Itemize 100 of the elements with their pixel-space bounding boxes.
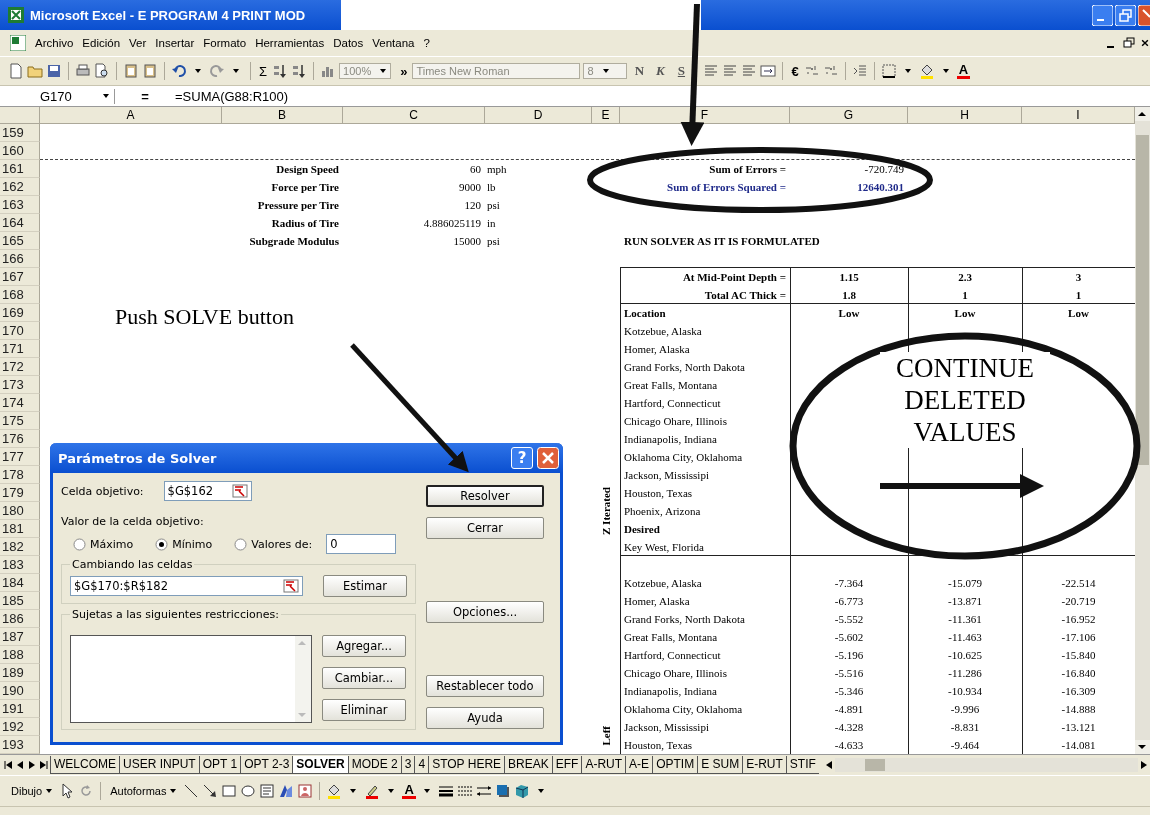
row-header[interactable]: 175 xyxy=(0,412,40,430)
formula-field[interactable]: =SUMA(G88:R100) xyxy=(175,88,289,104)
format-button[interactable]: S xyxy=(672,63,691,79)
row-header[interactable]: 172 xyxy=(0,358,40,376)
row-header[interactable]: 163 xyxy=(0,196,40,214)
dialog-button[interactable]: Cerrar xyxy=(426,517,544,539)
constraint-button[interactable]: Eliminar xyxy=(322,699,406,721)
row-header[interactable]: 168 xyxy=(0,286,40,304)
radio-button[interactable] xyxy=(234,537,248,551)
sort-descending-icon[interactable] xyxy=(291,63,308,79)
caret-icon[interactable] xyxy=(102,92,110,100)
row-header[interactable]: 167 xyxy=(0,268,40,286)
target-cell-field[interactable]: $G$162 xyxy=(163,481,252,501)
sheet-tab[interactable]: OPT 1 xyxy=(198,756,241,774)
row-header[interactable]: 190 xyxy=(0,682,40,700)
clipboard-icon[interactable] xyxy=(123,63,139,79)
changing-cells-field[interactable]: $G$170:$R$182 xyxy=(70,576,303,596)
scrollbar-thumb[interactable] xyxy=(1136,135,1149,465)
row-header[interactable]: 174 xyxy=(0,394,40,412)
minimize-button[interactable] xyxy=(1092,4,1113,26)
clipboard-icon[interactable] xyxy=(142,63,158,79)
scrollbar-thumb[interactable] xyxy=(864,759,885,771)
workbook-icon[interactable] xyxy=(10,35,26,51)
sheet-tab[interactable]: USER INPUT xyxy=(119,756,199,774)
row-header[interactable]: 173 xyxy=(0,376,40,394)
close-button[interactable] xyxy=(1138,4,1150,26)
caret-icon[interactable] xyxy=(379,67,388,75)
name-box[interactable]: G170 xyxy=(0,88,115,104)
constraint-button[interactable]: Cambiar... xyxy=(322,667,406,689)
row-header[interactable]: 181 xyxy=(0,520,40,538)
column-header[interactable]: F xyxy=(620,107,790,124)
sheet-tab[interactable]: WELCOME xyxy=(50,756,119,774)
font-color-button[interactable]: A xyxy=(402,783,416,799)
last-sheet-icon[interactable] xyxy=(38,758,50,772)
menu-item[interactable]: Formato xyxy=(203,37,247,49)
row-header[interactable]: 166 xyxy=(0,250,40,268)
column-header[interactable]: H xyxy=(908,107,1022,124)
value-field[interactable]: 0 xyxy=(326,534,397,554)
row-header[interactable]: 177 xyxy=(0,448,40,466)
dialog-button[interactable]: Resolver xyxy=(426,485,544,507)
shadow-icon[interactable] xyxy=(494,783,511,799)
more-button[interactable]: » xyxy=(398,63,410,79)
sheet-tab[interactable]: E-RUT xyxy=(742,756,786,774)
guess-button[interactable]: Estimar xyxy=(323,575,407,597)
menu-item[interactable]: Datos xyxy=(333,37,364,49)
row-header[interactable]: 191 xyxy=(0,700,40,718)
row-header[interactable]: 186 xyxy=(0,610,40,628)
row-header[interactable]: 183 xyxy=(0,556,40,574)
menu-item[interactable]: Herramientas xyxy=(255,37,325,49)
radio-option[interactable]: Valores de: xyxy=(234,537,313,551)
dialog-button[interactable]: Restablecer todo xyxy=(426,675,544,697)
sheet-tab[interactable]: E SUM xyxy=(697,756,743,774)
sort-ascending-icon[interactable] xyxy=(272,63,289,79)
save-icon[interactable] xyxy=(46,63,62,79)
caret-icon[interactable] xyxy=(601,67,610,75)
dash-style-icon[interactable] xyxy=(456,783,473,799)
row-header[interactable]: 178 xyxy=(0,466,40,484)
row-header[interactable]: 189 xyxy=(0,664,40,682)
fill-color-icon[interactable] xyxy=(918,63,935,79)
menu-item[interactable]: Archivo xyxy=(35,37,74,49)
sheet-tab[interactable]: SOLVER xyxy=(292,756,348,774)
text-box-icon[interactable] xyxy=(259,783,276,799)
dialog-button[interactable]: Ayuda xyxy=(426,707,544,729)
row-header[interactable]: 184 xyxy=(0,574,40,592)
sheet-tab[interactable]: A-RUT xyxy=(581,756,626,774)
sheet-tab[interactable]: OPTIM xyxy=(652,756,698,774)
merge-cells-icon[interactable] xyxy=(760,63,777,79)
sheet-tab[interactable]: 3 xyxy=(400,756,415,774)
folder-icon[interactable] xyxy=(27,63,43,79)
caret-icon[interactable] xyxy=(45,787,54,795)
wordart-icon[interactable] xyxy=(278,783,295,799)
row-header[interactable]: 160 xyxy=(0,142,40,160)
menu-item[interactable]: Insertar xyxy=(155,37,195,49)
cell-reference-icon[interactable] xyxy=(231,484,248,498)
menu-item[interactable]: Edición xyxy=(82,37,121,49)
print-preview-icon[interactable] xyxy=(94,63,110,79)
undo-icon[interactable] xyxy=(171,63,187,79)
sheet-tab[interactable]: STIF xyxy=(785,756,819,774)
radio-button[interactable] xyxy=(155,537,169,551)
picture-icon[interactable] xyxy=(297,783,314,799)
arrow-style-icon[interactable] xyxy=(475,783,492,799)
autosum-button[interactable]: Σ xyxy=(257,63,270,79)
radio-button[interactable] xyxy=(73,537,86,551)
row-header[interactable]: 170 xyxy=(0,322,40,340)
line-color-icon[interactable] xyxy=(364,783,381,799)
row-header[interactable]: 179 xyxy=(0,484,40,502)
sheet-tab[interactable]: 4 xyxy=(414,756,429,774)
constraint-button[interactable]: Agregar... xyxy=(322,635,406,657)
row-header[interactable]: 164 xyxy=(0,214,40,232)
menu-item[interactable]: Ver xyxy=(129,37,147,49)
sheet-tab[interactable]: BREAK xyxy=(504,756,552,774)
row-header[interactable]: 180 xyxy=(0,502,40,520)
line-icon[interactable] xyxy=(183,783,200,799)
row-header[interactable]: 193 xyxy=(0,736,40,754)
currency-button[interactable]: € xyxy=(789,63,801,79)
restore-button[interactable] xyxy=(1115,4,1136,26)
print-icon[interactable] xyxy=(75,63,91,79)
radio-option[interactable]: Mínimo xyxy=(155,537,213,551)
row-header[interactable]: 187 xyxy=(0,628,40,646)
row-header[interactable]: 162 xyxy=(0,178,40,196)
